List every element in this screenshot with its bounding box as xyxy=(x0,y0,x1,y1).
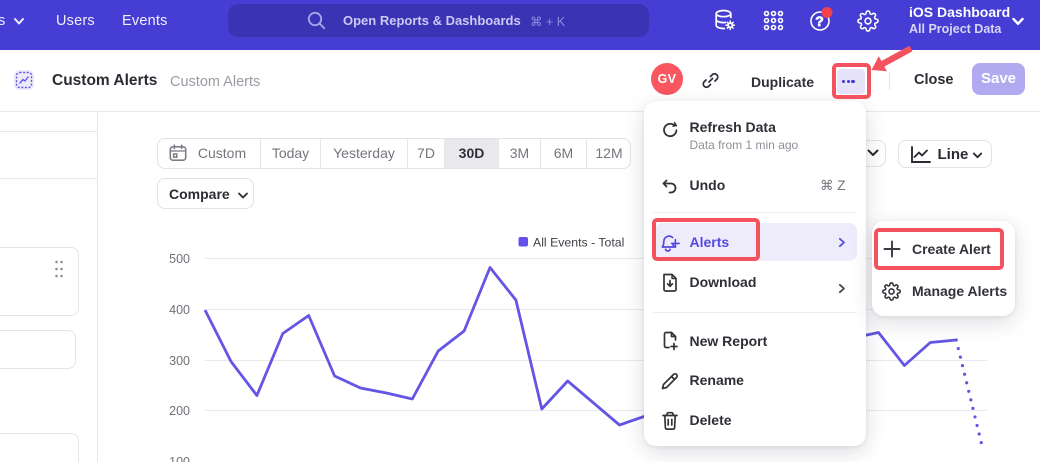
svg-text:300: 300 xyxy=(169,354,190,368)
svg-text:100: 100 xyxy=(169,455,190,462)
svg-text:All Events - Total: All Events - Total xyxy=(533,236,624,250)
svg-text:500: 500 xyxy=(169,252,190,266)
svg-text:400: 400 xyxy=(169,303,190,317)
svg-text:200: 200 xyxy=(169,404,190,418)
